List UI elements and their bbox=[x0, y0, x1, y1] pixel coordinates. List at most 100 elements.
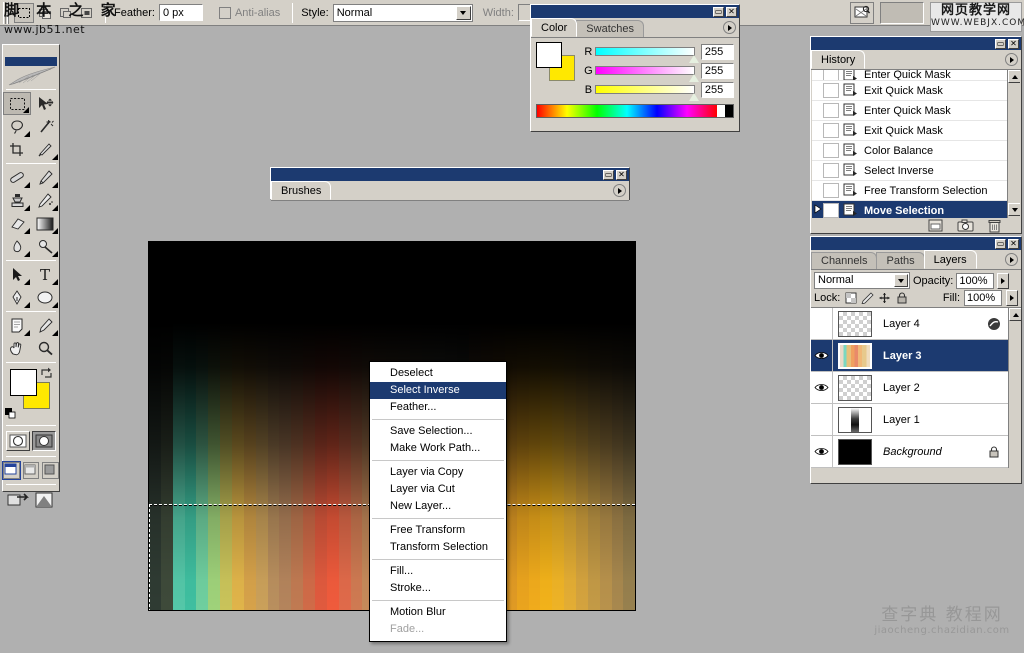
tab-history[interactable]: History bbox=[811, 50, 865, 69]
path-selection-tool[interactable] bbox=[3, 263, 31, 286]
menu-item-make-work-path[interactable]: Make Work Path... bbox=[370, 440, 506, 457]
layers-panel-titlebar[interactable]: ▭ ✕ bbox=[811, 237, 1021, 250]
dodge-tool[interactable] bbox=[31, 235, 59, 258]
history-row[interactable]: Free Transform Selection bbox=[812, 181, 1020, 201]
history-row[interactable]: Enter Quick Mask bbox=[812, 70, 1020, 81]
history-state-list[interactable]: Enter Quick Mask Exit Quick Mask Enter Q… bbox=[812, 70, 1020, 218]
type-tool[interactable]: T bbox=[31, 263, 59, 286]
rectangular-marquee-tool[interactable] bbox=[3, 92, 31, 115]
menu-item-layer-via-copy[interactable]: Layer via Copy bbox=[370, 464, 506, 481]
feather-input[interactable]: 0 px bbox=[159, 4, 203, 21]
history-snapshot-box[interactable] bbox=[823, 123, 839, 138]
layer-visibility-toggle[interactable] bbox=[811, 308, 833, 340]
minimize-icon[interactable]: ▭ bbox=[713, 7, 724, 17]
layer-row[interactable]: Background bbox=[811, 436, 1021, 468]
quick-mask-mode-button[interactable] bbox=[32, 431, 56, 451]
menu-item-layer-via-cut[interactable]: Layer via Cut bbox=[370, 481, 506, 498]
color-slider-r-track[interactable] bbox=[595, 47, 695, 56]
hand-tool[interactable] bbox=[3, 337, 31, 360]
notes-tool[interactable] bbox=[3, 314, 31, 337]
layer-row[interactable]: Layer 1 bbox=[811, 404, 1021, 436]
layer-list[interactable]: Layer 4 Layer 3 Layer bbox=[811, 308, 1021, 468]
color-slider-g-track[interactable] bbox=[595, 66, 695, 75]
layer-row-selected[interactable]: Layer 3 bbox=[811, 340, 1021, 372]
history-row[interactable]: Select Inverse bbox=[812, 161, 1020, 181]
add-to-selection-button[interactable] bbox=[35, 3, 55, 23]
panel-menu-icon[interactable] bbox=[1005, 253, 1018, 266]
color-value-r[interactable]: 255 bbox=[701, 44, 734, 60]
tab-layers[interactable]: Layers bbox=[924, 250, 977, 269]
menu-item-stroke[interactable]: Stroke... bbox=[370, 580, 506, 597]
layer-thumbnail[interactable] bbox=[833, 375, 877, 401]
brushes-panel-titlebar[interactable]: ▭ ✕ bbox=[271, 168, 629, 181]
fill-stepper-icon[interactable] bbox=[1006, 290, 1018, 306]
menu-item-select-inverse[interactable]: Select Inverse bbox=[370, 382, 506, 399]
layer-thumbnail[interactable] bbox=[833, 311, 877, 337]
layer-name[interactable]: Background bbox=[877, 446, 981, 458]
intersect-with-selection-button[interactable] bbox=[77, 3, 97, 23]
scroll-up-button[interactable] bbox=[1009, 308, 1021, 321]
history-snapshot-box[interactable] bbox=[823, 83, 839, 98]
move-tool[interactable] bbox=[31, 92, 59, 115]
layer-style-icon[interactable] bbox=[981, 317, 1007, 331]
history-snapshot-box[interactable] bbox=[823, 183, 839, 198]
tab-paths[interactable]: Paths bbox=[876, 252, 924, 269]
panel-menu-icon[interactable] bbox=[723, 21, 736, 34]
layer-thumbnail[interactable] bbox=[833, 439, 877, 465]
palette-well[interactable] bbox=[880, 2, 924, 24]
layer-row[interactable]: Layer 4 bbox=[811, 308, 1021, 340]
color-panel-foreground-swatch[interactable] bbox=[536, 42, 562, 68]
history-row-selected[interactable]: Move Selection bbox=[812, 201, 1020, 218]
history-row[interactable]: Color Balance bbox=[812, 141, 1020, 161]
history-row[interactable]: Enter Quick Mask bbox=[812, 101, 1020, 121]
tab-brushes[interactable]: Brushes bbox=[271, 181, 331, 200]
menu-item-fill[interactable]: Fill... bbox=[370, 563, 506, 580]
color-value-b[interactable]: 255 bbox=[701, 82, 734, 98]
chevron-down-icon[interactable] bbox=[894, 274, 908, 287]
menu-item-save-selection[interactable]: Save Selection... bbox=[370, 423, 506, 440]
foreground-color-swatch[interactable] bbox=[10, 369, 37, 396]
layer-name[interactable]: Layer 3 bbox=[877, 350, 981, 362]
history-row[interactable]: Exit Quick Mask bbox=[812, 121, 1020, 141]
tab-channels[interactable]: Channels bbox=[811, 252, 877, 269]
opacity-input[interactable]: 100% bbox=[956, 273, 994, 289]
minimize-icon[interactable]: ▭ bbox=[995, 39, 1006, 49]
close-icon[interactable]: ✕ bbox=[616, 170, 627, 180]
color-panel-titlebar[interactable]: ▭ ✕ bbox=[531, 5, 739, 18]
history-snapshot-box[interactable] bbox=[823, 143, 839, 158]
slice-tool[interactable] bbox=[31, 138, 59, 161]
menu-item-motion-blur[interactable]: Motion Blur bbox=[370, 604, 506, 621]
lock-all-icon[interactable] bbox=[895, 292, 908, 305]
minimize-icon[interactable]: ▭ bbox=[995, 239, 1006, 249]
blend-mode-select[interactable]: Normal bbox=[814, 272, 910, 289]
history-snapshot-box[interactable] bbox=[823, 103, 839, 118]
panel-menu-icon[interactable] bbox=[1005, 53, 1018, 66]
eyedropper-tool[interactable] bbox=[31, 314, 59, 337]
options-bar-grip[interactable] bbox=[3, 2, 9, 24]
layer-thumbnail[interactable] bbox=[833, 343, 877, 369]
lock-transparent-pixels-icon[interactable] bbox=[844, 292, 857, 305]
subtract-from-selection-button[interactable] bbox=[56, 3, 76, 23]
history-scrollbar[interactable] bbox=[1007, 70, 1020, 218]
close-icon[interactable]: ✕ bbox=[726, 7, 737, 17]
tab-color[interactable]: Color bbox=[531, 18, 577, 37]
layers-scrollbar[interactable] bbox=[1008, 308, 1021, 468]
lock-position-icon[interactable] bbox=[878, 292, 891, 305]
blur-tool[interactable] bbox=[3, 235, 31, 258]
layer-visibility-toggle[interactable] bbox=[811, 436, 833, 468]
menu-item-transform-selection[interactable]: Transform Selection bbox=[370, 539, 506, 556]
layer-name[interactable]: Layer 1 bbox=[877, 414, 981, 426]
history-row[interactable]: Exit Quick Mask bbox=[812, 81, 1020, 101]
layer-visibility-toggle[interactable] bbox=[811, 340, 833, 372]
standard-mode-button[interactable] bbox=[6, 431, 30, 451]
lock-image-pixels-icon[interactable] bbox=[861, 292, 874, 305]
gradient-tool[interactable] bbox=[31, 212, 59, 235]
full-screen-mode-button[interactable] bbox=[42, 462, 59, 479]
new-selection-button[interactable] bbox=[14, 3, 34, 23]
history-panel-titlebar[interactable]: ▭ ✕ bbox=[811, 37, 1021, 50]
jump-to-imageready-button[interactable] bbox=[3, 487, 59, 513]
layer-name[interactable]: Layer 4 bbox=[877, 318, 981, 330]
standard-screen-mode-button[interactable] bbox=[3, 462, 20, 479]
layer-visibility-toggle[interactable] bbox=[811, 404, 833, 436]
delete-state-icon[interactable] bbox=[988, 219, 1001, 236]
